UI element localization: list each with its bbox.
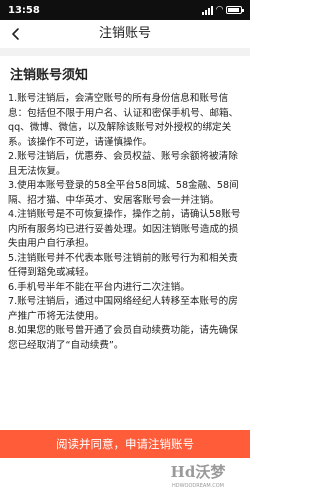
notice-item-7: 7.账号注销后，通过中国网络经纪人转移至本账号的房产推广币将无法使用。 (8, 296, 238, 322)
notice-item-3: 3.使用本账号登录的58全平台58同城、58金融、58间隔、招才猫、中华英才、安… (8, 180, 239, 206)
notice-heading: 注销账号须知 (10, 68, 89, 83)
notice-item-5: 5.注销账号并不代表本账号注销前的账号行为和相关责任得到豁免或减轻。 (8, 252, 238, 279)
status-bar: 13:58 ◠ (0, 0, 250, 20)
notice-item-6: 6.手机号半年不能在平台内进行二次注销。 (8, 281, 190, 293)
watermark-url: HDWOODREAM.COM (172, 483, 224, 489)
watermark-logo: Hd沃梦 HDWOODREAM.COM (150, 462, 246, 496)
status-time: 13:58 (8, 4, 40, 16)
notice-item-4: 4.注销账号是不可恢复操作，操作之前，请确认58账号内所有服务均已进行妥善处理。… (8, 209, 241, 249)
battery-level-fill (228, 8, 239, 12)
watermark-logo-text: Hd沃梦 (170, 463, 226, 481)
battery-icon (226, 6, 244, 14)
notice-item-2: 2.账号注销后，优惠券、会员权益、账号余额将被清除且无法恢复。 (8, 151, 238, 177)
chevron-left-icon (12, 28, 19, 40)
page-title: 注销账号 (98, 26, 151, 41)
apply-cancellation-button[interactable]: 阅读并同意，申请注销账号 (0, 430, 250, 458)
section-divider (0, 48, 250, 56)
notice-item-8: 8.如果您的账号曾开通了会员自动续费功能，请先确保您已经取消了“自动续费”。 (8, 325, 238, 351)
wifi-icon: ◠ (216, 4, 223, 15)
signal-icon (202, 5, 214, 15)
notice-item-1: 1.账号注销后，会清空账号的所有身份信息和账号信息：包括但不限于用户名、认证和密… (8, 93, 239, 148)
navigation-bar: 注销账号 (0, 20, 250, 48)
back-button[interactable] (4, 22, 28, 46)
notice-content: 注销账号须知 1.账号注销后，会清空账号的所有身份信息和账号信息：包括但不限于用… (8, 62, 242, 353)
account-cancellation-screen: 13:58 ◠ 注销账号 注销账号须知 1.账号注销后，会清空账号的所有身份信息… (0, 0, 250, 500)
status-icons: ◠ (202, 4, 244, 15)
